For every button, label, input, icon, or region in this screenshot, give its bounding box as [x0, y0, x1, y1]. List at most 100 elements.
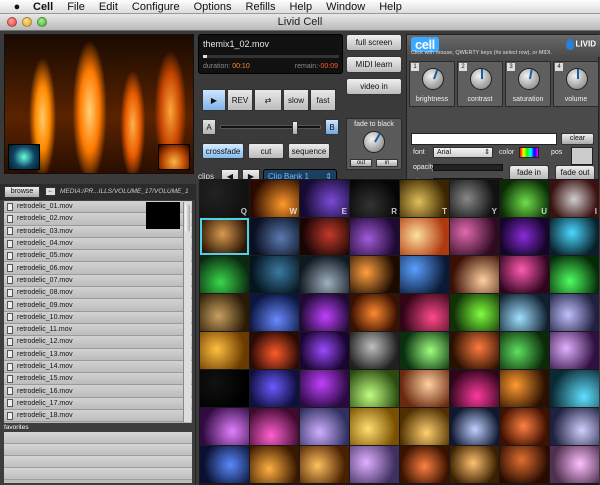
brightness-knob[interactable]	[422, 68, 444, 90]
clip-thumbnail[interactable]	[550, 218, 599, 255]
zoom-window-button[interactable]	[37, 17, 47, 27]
position-pad[interactable]	[571, 147, 593, 165]
clip-thumbnail[interactable]: I	[550, 180, 599, 217]
opacity-slider[interactable]	[433, 164, 503, 171]
clip-thumbnail[interactable]	[200, 218, 249, 255]
video-in-button[interactable]: video in	[346, 78, 402, 95]
clip-thumbnail[interactable]	[200, 408, 249, 445]
clip-thumbnail[interactable]	[350, 294, 399, 331]
play-button[interactable]: ▶	[202, 89, 226, 111]
clip-thumbnail[interactable]	[450, 218, 499, 255]
clip-thumbnail[interactable]	[550, 332, 599, 369]
file-list-item[interactable]: retrodelic_08.mov	[4, 287, 192, 300]
file-list-item[interactable]: retrodelic_14.mov	[4, 360, 192, 374]
clip-thumbnail[interactable]	[450, 370, 499, 407]
full-screen-button[interactable]: full screen	[346, 34, 402, 51]
clip-thumbnail[interactable]: E	[300, 180, 349, 217]
clip-thumbnail[interactable]	[250, 294, 299, 331]
clip-thumbnail[interactable]	[550, 294, 599, 331]
crossfader-handle[interactable]	[292, 121, 299, 135]
volume-knob[interactable]	[566, 68, 588, 90]
file-list-item[interactable]: retrodelic_13.mov	[4, 348, 192, 361]
menu-configure[interactable]: Configure	[125, 1, 187, 13]
clip-thumbnail[interactable]	[350, 256, 399, 293]
clip-thumbnail[interactable]	[400, 408, 449, 445]
slow-button[interactable]: slow	[283, 89, 309, 111]
scrollbar-thumb[interactable]	[185, 204, 190, 232]
midi-learn-button[interactable]: MIDI learn	[346, 56, 402, 73]
loop-icon[interactable]: ⇄	[254, 89, 282, 111]
clear-button[interactable]: clear	[561, 133, 594, 145]
clip-thumbnail[interactable]	[550, 370, 599, 407]
clip-thumbnail[interactable]: W	[250, 180, 299, 217]
menu-edit[interactable]: Edit	[92, 1, 125, 13]
crossfade-button[interactable]: crossfade	[202, 143, 244, 159]
favorites-row[interactable]	[4, 432, 192, 444]
clip-thumbnail[interactable]	[300, 294, 349, 331]
clip-thumbnail[interactable]	[200, 332, 249, 369]
clip-thumbnail[interactable]	[300, 408, 349, 445]
clip-thumbnail[interactable]	[350, 332, 399, 369]
file-list-scrollbar[interactable]	[183, 202, 191, 422]
menu-options[interactable]: Options	[187, 1, 239, 13]
clip-thumbnail[interactable]	[200, 370, 249, 407]
clip-thumbnail[interactable]	[450, 332, 499, 369]
sequence-button[interactable]: sequence	[288, 143, 330, 159]
cut-button[interactable]: cut	[248, 143, 284, 159]
menu-file[interactable]: File	[60, 1, 92, 13]
minimize-window-button[interactable]	[22, 17, 32, 27]
playback-progress-bar[interactable]	[203, 55, 339, 58]
clip-thumbnail[interactable]	[550, 256, 599, 293]
clip-thumbnail[interactable]	[250, 370, 299, 407]
clip-thumbnail[interactable]	[250, 218, 299, 255]
file-list-item[interactable]: retrodelic_16.mov	[4, 385, 192, 398]
clip-thumbnail[interactable]	[400, 256, 449, 293]
clip-thumbnail[interactable]	[450, 408, 499, 445]
fade-out-toggle[interactable]: out	[350, 159, 372, 167]
clip-thumbnail[interactable]	[500, 446, 549, 483]
close-window-button[interactable]	[7, 17, 17, 27]
fade-knob[interactable]	[363, 131, 385, 153]
reverse-button[interactable]: REV	[227, 89, 253, 111]
clip-thumbnail[interactable]	[400, 370, 449, 407]
menu-refills[interactable]: Refills	[239, 1, 283, 13]
file-list-item[interactable]: retrodelic_04.mov	[4, 237, 192, 251]
font-select[interactable]: Arial ⇕	[433, 147, 493, 158]
contrast-knob[interactable]	[470, 68, 492, 90]
clip-thumbnail[interactable]: T	[400, 180, 449, 217]
clip-thumbnail[interactable]	[300, 218, 349, 255]
clip-thumbnail[interactable]	[250, 332, 299, 369]
clip-thumbnail[interactable]	[500, 408, 549, 445]
clip-thumbnail[interactable]	[550, 408, 599, 445]
favorites-row[interactable]	[4, 468, 192, 480]
favorites-row[interactable]	[4, 444, 192, 456]
favorites-row[interactable]	[4, 456, 192, 468]
clip-thumbnail[interactable]	[350, 218, 399, 255]
menu-cell[interactable]: Cell	[26, 1, 60, 13]
browse-button[interactable]: browse	[4, 186, 40, 198]
clip-thumbnail[interactable]	[550, 446, 599, 483]
clip-thumbnail[interactable]	[400, 446, 449, 483]
file-list-item[interactable]: retrodelic_18.mov	[4, 410, 192, 423]
clip-thumbnail[interactable]	[350, 370, 399, 407]
clip-thumbnail[interactable]: Q	[200, 180, 249, 217]
file-list-item[interactable]: retrodelic_09.mov	[4, 299, 192, 312]
deck-b-button[interactable]: B	[325, 119, 339, 135]
deck-b-thumbnail[interactable]	[158, 144, 190, 170]
clip-thumbnail[interactable]	[450, 256, 499, 293]
clip-thumbnail[interactable]	[450, 446, 499, 483]
menu-window[interactable]: Window	[319, 1, 372, 13]
fast-button[interactable]: fast	[310, 89, 336, 111]
clip-thumbnail[interactable]	[450, 294, 499, 331]
clip-thumbnail[interactable]	[300, 446, 349, 483]
color-picker[interactable]	[519, 147, 539, 158]
apple-menu-icon[interactable]: ●	[8, 1, 26, 13]
clip-thumbnail[interactable]	[500, 370, 549, 407]
clip-thumbnail[interactable]: Y	[450, 180, 499, 217]
crossfader-track[interactable]	[220, 121, 321, 135]
clip-thumbnail[interactable]	[500, 332, 549, 369]
menu-help[interactable]: Help	[282, 1, 319, 13]
clip-thumbnail[interactable]	[250, 446, 299, 483]
clip-thumbnail[interactable]	[500, 218, 549, 255]
clip-thumbnail[interactable]	[200, 294, 249, 331]
